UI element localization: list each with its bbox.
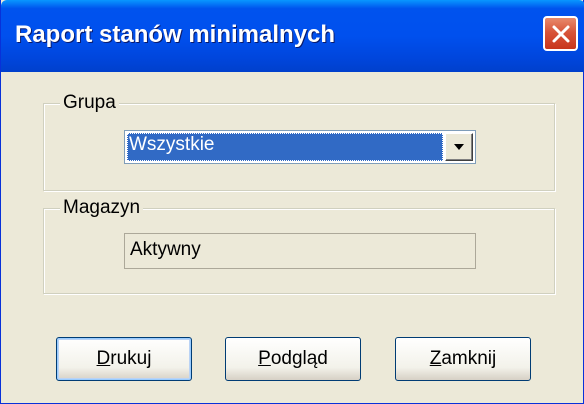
print-button-label: rukuj <box>110 348 152 369</box>
magazyn-label: Magazyn <box>60 197 144 219</box>
grupa-dropdown-button[interactable] <box>445 133 473 161</box>
window-close-button[interactable] <box>543 16 578 51</box>
preview-button-label: odgląd <box>270 348 328 369</box>
close-icon <box>552 25 570 43</box>
grupa-selected-value: Wszystkie <box>127 133 443 161</box>
magazyn-groupbox: Magazyn Aktywny <box>43 197 555 294</box>
preview-button[interactable]: Podgląd <box>225 337 361 381</box>
grupa-select[interactable]: Wszystkie <box>124 130 476 164</box>
close-button-label: amknij <box>441 348 497 369</box>
grupa-label: Grupa <box>60 92 119 114</box>
print-button[interactable]: Drukuj <box>56 337 192 381</box>
grupa-groupbox: Grupa Wszystkie <box>43 92 555 191</box>
magazyn-field: Aktywny <box>124 233 476 269</box>
dialog-window: Raport stanów minimalnych Grupa Wszystki… <box>0 0 584 404</box>
close-button-accel: Z <box>429 348 442 369</box>
print-button-accel: D <box>96 348 111 369</box>
close-button[interactable]: Zamknij <box>395 337 531 381</box>
title-bar[interactable]: Raport stanów minimalnych <box>1 0 584 72</box>
chevron-down-icon <box>454 144 464 150</box>
dialog-content: Grupa Wszystkie Magazyn Aktywny Drukuj P… <box>1 72 584 404</box>
preview-button-accel: P <box>258 348 271 369</box>
window-title: Raport stanów minimalnych <box>15 21 336 48</box>
